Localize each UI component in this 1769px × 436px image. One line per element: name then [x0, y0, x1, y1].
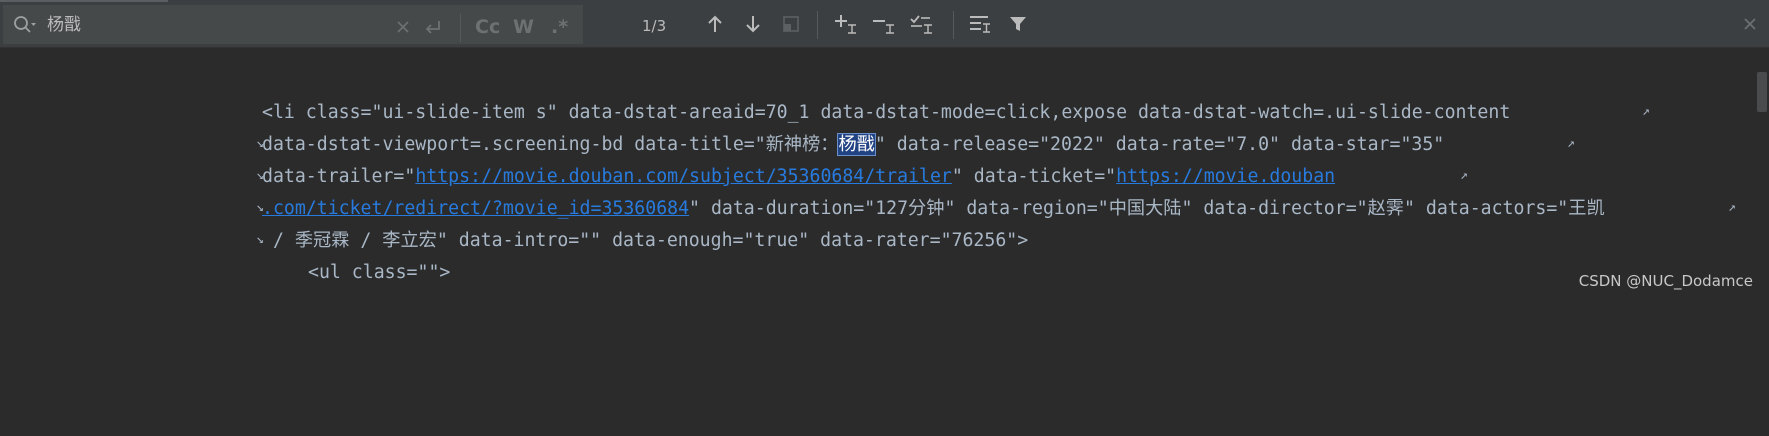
toolbar-separator: [817, 11, 818, 39]
scrollbar-thumb[interactable]: [1757, 72, 1767, 112]
code-text: 分钟: [908, 198, 945, 219]
soft-wrap-start-icon: ↘: [256, 136, 264, 151]
soft-wrap-end-icon: ↗: [1460, 168, 1468, 183]
search-query-text[interactable]: 杨戬: [47, 13, 81, 37]
search-field[interactable]: 杨戬 Cc W .*: [3, 5, 583, 44]
code-text: " data-intro="" data-enough="true" data-…: [436, 230, 1029, 251]
code-text: /: [262, 230, 295, 251]
code-text: " data-release="2022" data-rate="7.0" da…: [874, 134, 1445, 155]
match-counter: 1/3: [642, 17, 667, 35]
match-case-button[interactable]: Cc: [475, 13, 500, 41]
search-history-icon[interactable]: [13, 15, 36, 35]
soft-wrap-end-icon: ↗: [1728, 200, 1736, 215]
code-text: " data-director=": [1181, 198, 1368, 219]
code-line-1: <li class="ui-slide-item s" data-dstat-a…: [262, 100, 1510, 126]
watermark: CSDN @NUC_Dodamce: [1578, 272, 1753, 290]
code-text: <li class="ui-slide-item s" data-dstat-a…: [262, 102, 1511, 123]
soft-wrap-start-icon: ↘: [256, 168, 264, 183]
code-text: 李立宏: [382, 230, 437, 251]
previous-occurrence-icon[interactable]: [703, 12, 727, 36]
soft-wrap-end-icon: ↗: [1642, 104, 1650, 119]
code-line-3: data-trailer="https://movie.douban.com/s…: [262, 164, 1335, 190]
code-text: " data-duration="127: [689, 198, 909, 219]
code-text: data-dstat-viewport=.screening-bd data-t…: [262, 134, 766, 155]
url-link[interactable]: https://movie.douban.com/subject/3536068…: [415, 166, 952, 187]
code-text: data-trailer=": [262, 166, 416, 187]
select-all-occurrences-icon[interactable]: [910, 12, 934, 36]
close-find-bar-icon[interactable]: [1738, 12, 1762, 36]
soft-wrap-start-icon: ↘: [256, 232, 264, 247]
filter-icon[interactable]: [1006, 12, 1030, 36]
url-link[interactable]: .com/ticket/redirect/?movie_id=35360684: [262, 198, 689, 219]
soft-wrap-end-icon: ↗: [1567, 136, 1575, 151]
code-line-2: data-dstat-viewport=.screening-bd data-t…: [262, 132, 1444, 158]
find-bar: 杨戬 Cc W .* 1/3: [0, 2, 1769, 48]
toolbar-separator: [460, 14, 461, 42]
code-text: <ul class="">: [308, 262, 451, 283]
code-editor[interactable]: <li class="ui-slide-item s" data-dstat-a…: [256, 100, 1736, 436]
code-text: 季冠霖: [294, 230, 350, 251]
soft-wrap-start-icon: ↘: [256, 200, 264, 215]
code-text: 新神榜：: [765, 134, 839, 155]
add-selection-next-occurrence-icon[interactable]: [834, 12, 858, 36]
new-line-icon[interactable]: [421, 15, 445, 39]
toolbar-separator: [953, 11, 954, 39]
code-text: 中国大陆: [1108, 198, 1182, 219]
code-text: 赵霁: [1367, 198, 1404, 219]
code-line-6: <ul class="">: [308, 260, 450, 286]
code-text: " data-region=": [944, 198, 1109, 219]
code-text: 王凯: [1568, 198, 1605, 219]
unselect-occurrence-icon[interactable]: [872, 12, 896, 36]
code-line-5: / 季冠霖 / 李立宏" data-intro="" data-enough="…: [262, 228, 1028, 254]
next-occurrence-icon[interactable]: [741, 12, 765, 36]
filter-search-results-icon[interactable]: [968, 12, 992, 36]
url-link[interactable]: https://movie.douban: [1116, 166, 1335, 187]
code-line-4: .com/ticket/redirect/?movie_id=35360684"…: [262, 196, 1605, 222]
open-in-window-icon[interactable]: [779, 12, 803, 36]
code-text: /: [349, 230, 383, 251]
clear-search-icon[interactable]: [391, 15, 415, 39]
search-match-highlight: 杨戬: [837, 133, 876, 156]
code-text: " data-ticket=": [951, 166, 1117, 187]
regex-button[interactable]: .*: [551, 13, 568, 41]
whole-words-button[interactable]: W: [513, 13, 534, 41]
code-text: " data-actors=": [1404, 198, 1569, 219]
